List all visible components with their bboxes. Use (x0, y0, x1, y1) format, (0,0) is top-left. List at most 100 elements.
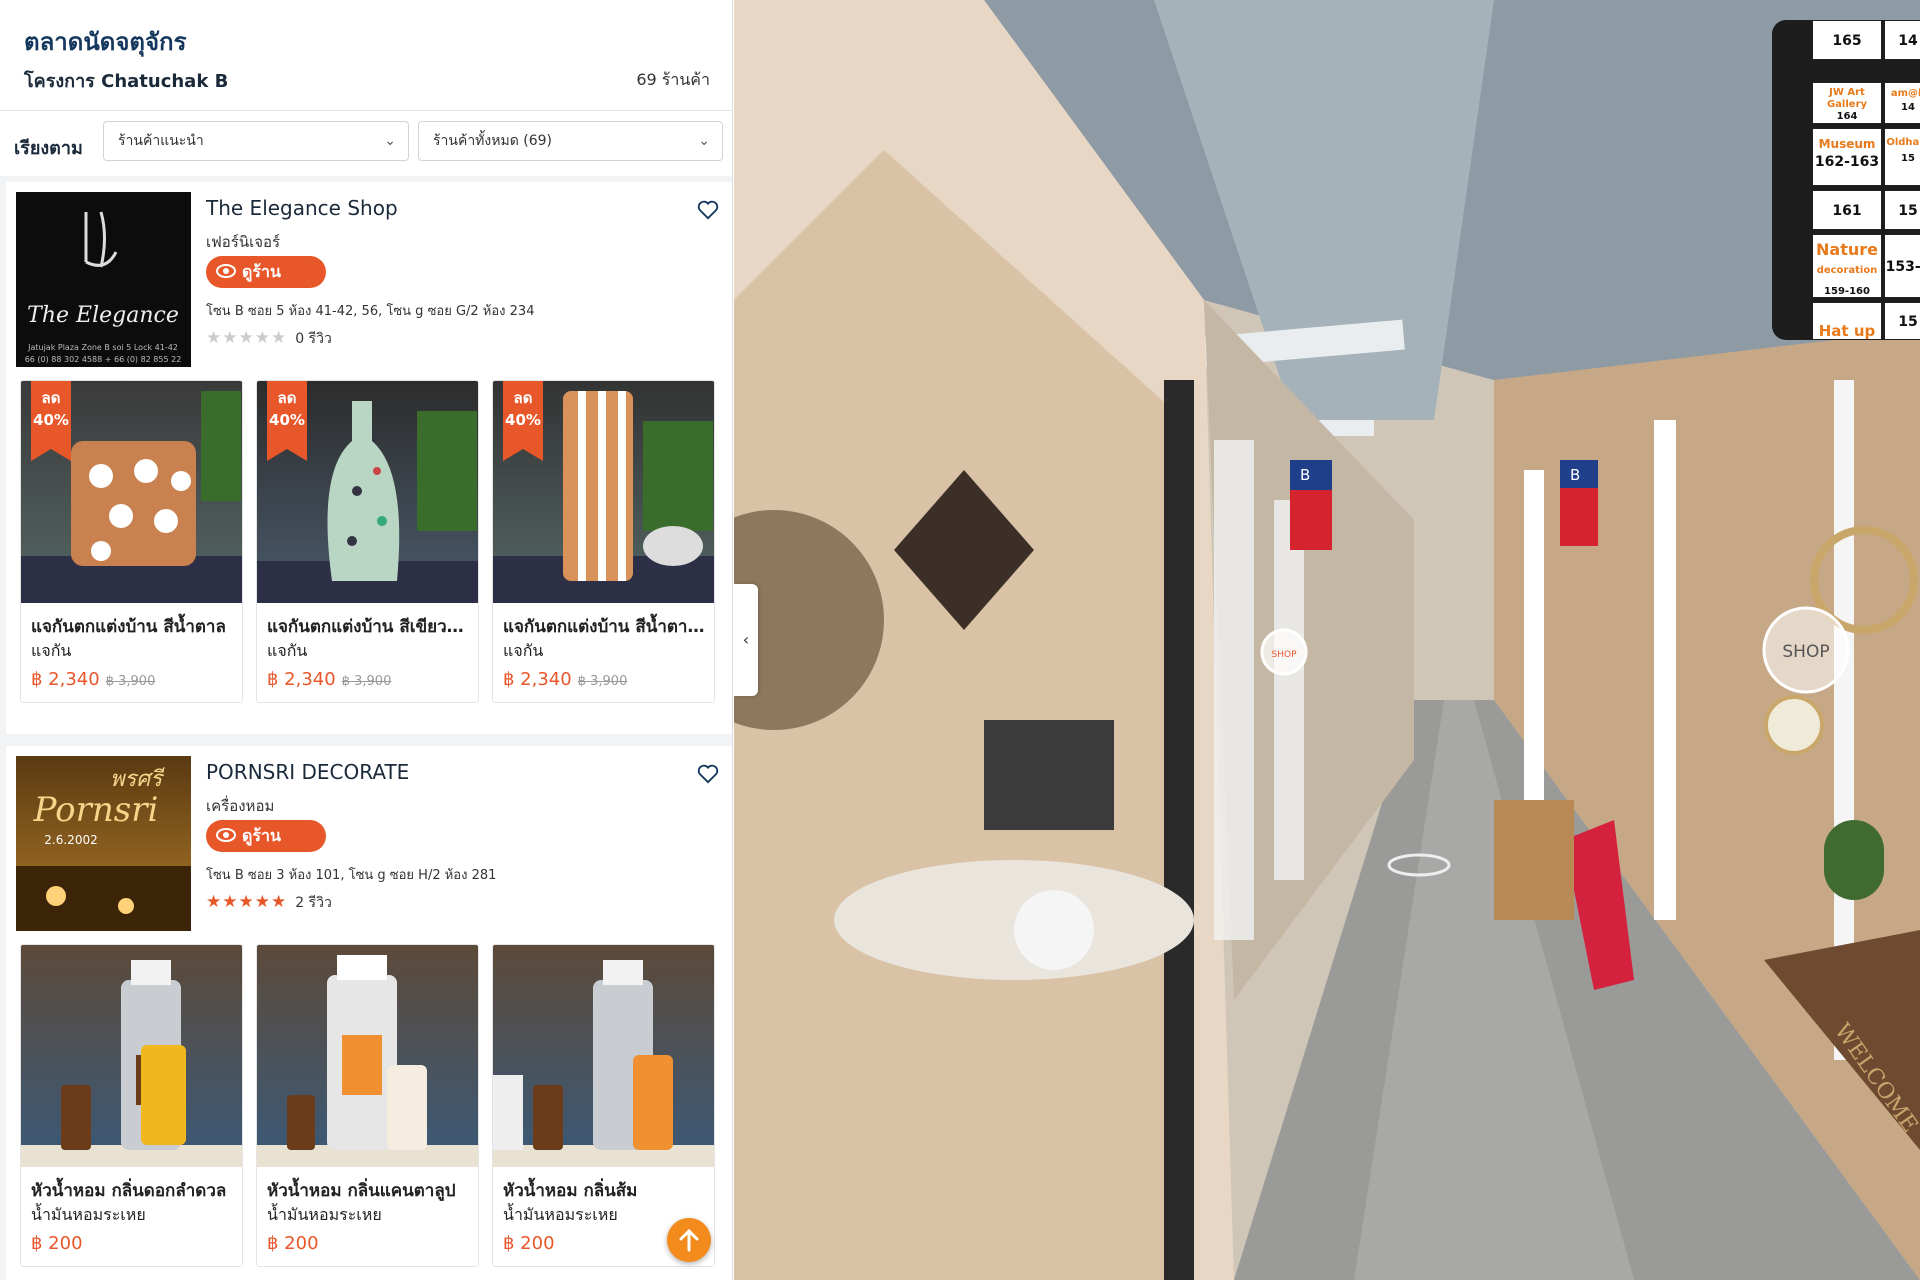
minimap-cell-num: 162-163 (1814, 154, 1880, 170)
minimap-cell[interactable]: am@h 14 (1884, 82, 1920, 124)
product-card[interactable]: หัวน้ำหอม กลิ่นแคนตาลูป น้ำมันหอมระเหย ฿… (256, 944, 479, 1267)
review-count: 0 รีวิว (295, 331, 332, 347)
sign-left-text: B (1300, 466, 1310, 484)
shop-card[interactable]: พรศรี Pornsri 2.6.2002 PORNSRI DECORATE … (6, 746, 732, 1280)
minimap-cell[interactable]: 165 (1812, 20, 1882, 60)
sort-label: เรียงตาม (14, 138, 83, 159)
eye-icon (216, 264, 236, 278)
product-name: แจกันตกแต่งบ้าน สีเขียวมิ้นท์ (267, 617, 472, 637)
sort-dropdown[interactable]: ร้านค้าแนะนำ ⌄ (103, 121, 409, 161)
filter-dropdown-value: ร้านค้าทั้งหมด (69) (433, 133, 552, 149)
product-old-price: ฿ 3,900 (105, 674, 156, 689)
product-price: ฿ 200 (267, 1233, 319, 1254)
arrow-up-icon (679, 1228, 699, 1252)
chevron-left-icon: ‹ (742, 630, 750, 649)
minimap-cell-label: JW Art Gallery (1826, 87, 1868, 110)
view-360-button[interactable]: ดูร้าน 360° (206, 820, 326, 877)
product-category: น้ำมันหอมระเหย (31, 1205, 146, 1224)
sort-bar: เรียงตาม ร้านค้าแนะนำ ⌄ ร้านค้าทั้งหมด (… (0, 110, 732, 176)
minimap-cell[interactable]: JW Art Gallery 164 (1812, 82, 1882, 124)
shop-card[interactable]: The Elegance Jatujak Plaza Zone B soi 5 … (6, 182, 732, 734)
shop-rating: ★★★★★ 2 รีวิว (206, 892, 332, 914)
shop-logo-thai: พรศรี (110, 767, 165, 792)
shop-name[interactable]: PORNSRI DECORATE (206, 760, 409, 784)
view-360-button[interactable]: ดูร้าน 360° (206, 256, 326, 313)
shop-logo[interactable]: พรศรี Pornsri 2.6.2002 (16, 756, 191, 931)
minimap-cell-sub: decoration (1816, 265, 1878, 276)
product-card[interactable]: หัวน้ำหอม กลิ่นดอกลำดวล น้ำมันหอมระเหย ฿… (20, 944, 243, 1267)
minimap-cell-num: 15 (1901, 153, 1915, 164)
minimap-cell[interactable]: 15 (1884, 190, 1920, 230)
minimap-cell-num: 14 (1901, 102, 1915, 113)
shop-logo-sub: Jatujak Plaza Zone B soi 5 Lock 41-42 (27, 343, 178, 352)
product-price: ฿ 200 (503, 1233, 555, 1254)
eye-icon (216, 828, 236, 842)
minimap-cell[interactable]: Museum 162-163 (1812, 128, 1882, 186)
minimap-cell[interactable]: Hat up (1812, 302, 1882, 340)
shop-hotspot-right-label: SHOP (1782, 642, 1829, 662)
product-price: ฿ 2,340 ฿ 3,900 (503, 669, 628, 690)
shop-list-panel: ตลาดนัดจตุจักร โครงการ Chatuchak B 69 ร้… (0, 0, 733, 1280)
shop-count: 69 ร้านค้า (636, 70, 710, 89)
market-header: ตลาดนัดจตุจักร โครงการ Chatuchak B 69 ร้… (0, 0, 732, 110)
product-old-price: ฿ 3,900 (341, 674, 392, 689)
minimap-cell-label: Oldham (1886, 137, 1920, 148)
chevron-down-icon: ⌄ (384, 133, 396, 149)
shop-logo-date: 2.6.2002 (44, 833, 97, 847)
heart-icon[interactable] (697, 764, 719, 784)
collapse-panel-button[interactable]: ‹ (734, 584, 758, 696)
minimap-cell-label: Museum (1818, 137, 1876, 151)
shop-rating: ★★★★★ 0 รีวิว (206, 328, 332, 350)
sale-badge: ลด 40% (31, 381, 71, 461)
product-name: หัวน้ำหอม กลิ่นแคนตาลูป (267, 1181, 456, 1201)
street-view-360[interactable]: B B SHOP SHOP WELCOME ‹ 165 14 JW Art Ga… (734, 0, 1920, 1280)
star-rating-icon: ★★★★★ (206, 892, 288, 912)
shop-logo-phone: 66 (0) 88 302 4588 + 66 (0) 82 855 22 (25, 355, 182, 364)
shop-location: โซน B ซอย 5 ห้อง 41-42, 56, โซน g ซอย G/… (206, 304, 535, 319)
product-category: แจกัน (503, 641, 544, 660)
minimap[interactable]: 165 14 JW Art Gallery164 am@h 14 Museum 16… (1772, 20, 1920, 340)
product-price: ฿ 200 (31, 1233, 83, 1254)
shop-hotspot-left-label: SHOP (1272, 650, 1298, 660)
minimap-cell-label: am@h (1890, 88, 1920, 99)
minimap-cell-num: 164 (1836, 111, 1858, 122)
minimap-cell[interactable]: 14 (1884, 20, 1920, 60)
shop-logo[interactable]: The Elegance Jatujak Plaza Zone B soi 5 … (16, 192, 191, 367)
minimap-cell[interactable]: 15 (1884, 302, 1920, 340)
product-name: หัวน้ำหอม กลิ่นส้ม (503, 1181, 638, 1201)
heart-icon[interactable] (697, 200, 719, 220)
product-image (21, 945, 242, 1167)
shop-logo-text: Pornsri (33, 790, 159, 830)
minimap-cell[interactable]: 161 (1812, 190, 1882, 230)
product-card[interactable]: ลด 40% แจกันตกแต่งบ้าน สีน้ำตาล แจกัน ฿ 2… (20, 380, 243, 703)
minimap-cell-num: 159-160 (1824, 286, 1870, 297)
product-name: หัวน้ำหอม กลิ่นดอกลำดวล (31, 1181, 227, 1201)
product-image (257, 945, 478, 1167)
sign-right-text: B (1570, 466, 1580, 484)
shop-logo-text: The Elegance (27, 303, 179, 328)
chevron-down-icon: ⌄ (698, 133, 710, 149)
product-card[interactable]: ลด 40% แจกันตกแต่งบ้าน สีเขียวมิ้นท์ แจกั… (256, 380, 479, 703)
review-count: 2 รีวิว (295, 895, 332, 911)
product-old-price: ฿ 3,900 (577, 674, 628, 689)
project-name: โครงการ Chatuchak B (24, 71, 229, 92)
shop-category: เฟอร์นิเจอร์ (206, 233, 281, 251)
product-price: ฿ 2,340 ฿ 3,900 (31, 669, 156, 690)
minimap-cell[interactable]: 153-1 (1884, 234, 1920, 298)
scroll-to-top-button[interactable] (667, 1218, 711, 1262)
shop-name[interactable]: The Elegance Shop (206, 196, 398, 220)
product-image (493, 945, 714, 1167)
product-card[interactable]: ลด40% แจกันตกแต่งบ้าน สีน้ำตาลลายทาง แจก… (492, 380, 715, 703)
product-category: น้ำมันหอมระเหย (267, 1205, 382, 1224)
product-category: แจกัน (31, 641, 72, 660)
sort-dropdown-value: ร้านค้าแนะนำ (118, 133, 204, 149)
minimap-cell-label: Nature (1816, 240, 1878, 259)
product-category: น้ำมันหอมระเหย (503, 1205, 618, 1224)
minimap-cell[interactable]: Oldham 15 (1884, 128, 1920, 186)
minimap-cell[interactable]: Nature decoration 159-160 (1812, 234, 1882, 298)
star-rating-icon: ★★★★★ (206, 328, 288, 348)
product-name: แจกันตกแต่งบ้าน สีน้ำตาล (31, 617, 226, 637)
filter-dropdown[interactable]: ร้านค้าทั้งหมด (69) ⌄ (418, 121, 723, 161)
street-view-scene: B B SHOP SHOP WELCOME (734, 0, 1920, 1280)
product-price: ฿ 2,340 ฿ 3,900 (267, 669, 392, 690)
